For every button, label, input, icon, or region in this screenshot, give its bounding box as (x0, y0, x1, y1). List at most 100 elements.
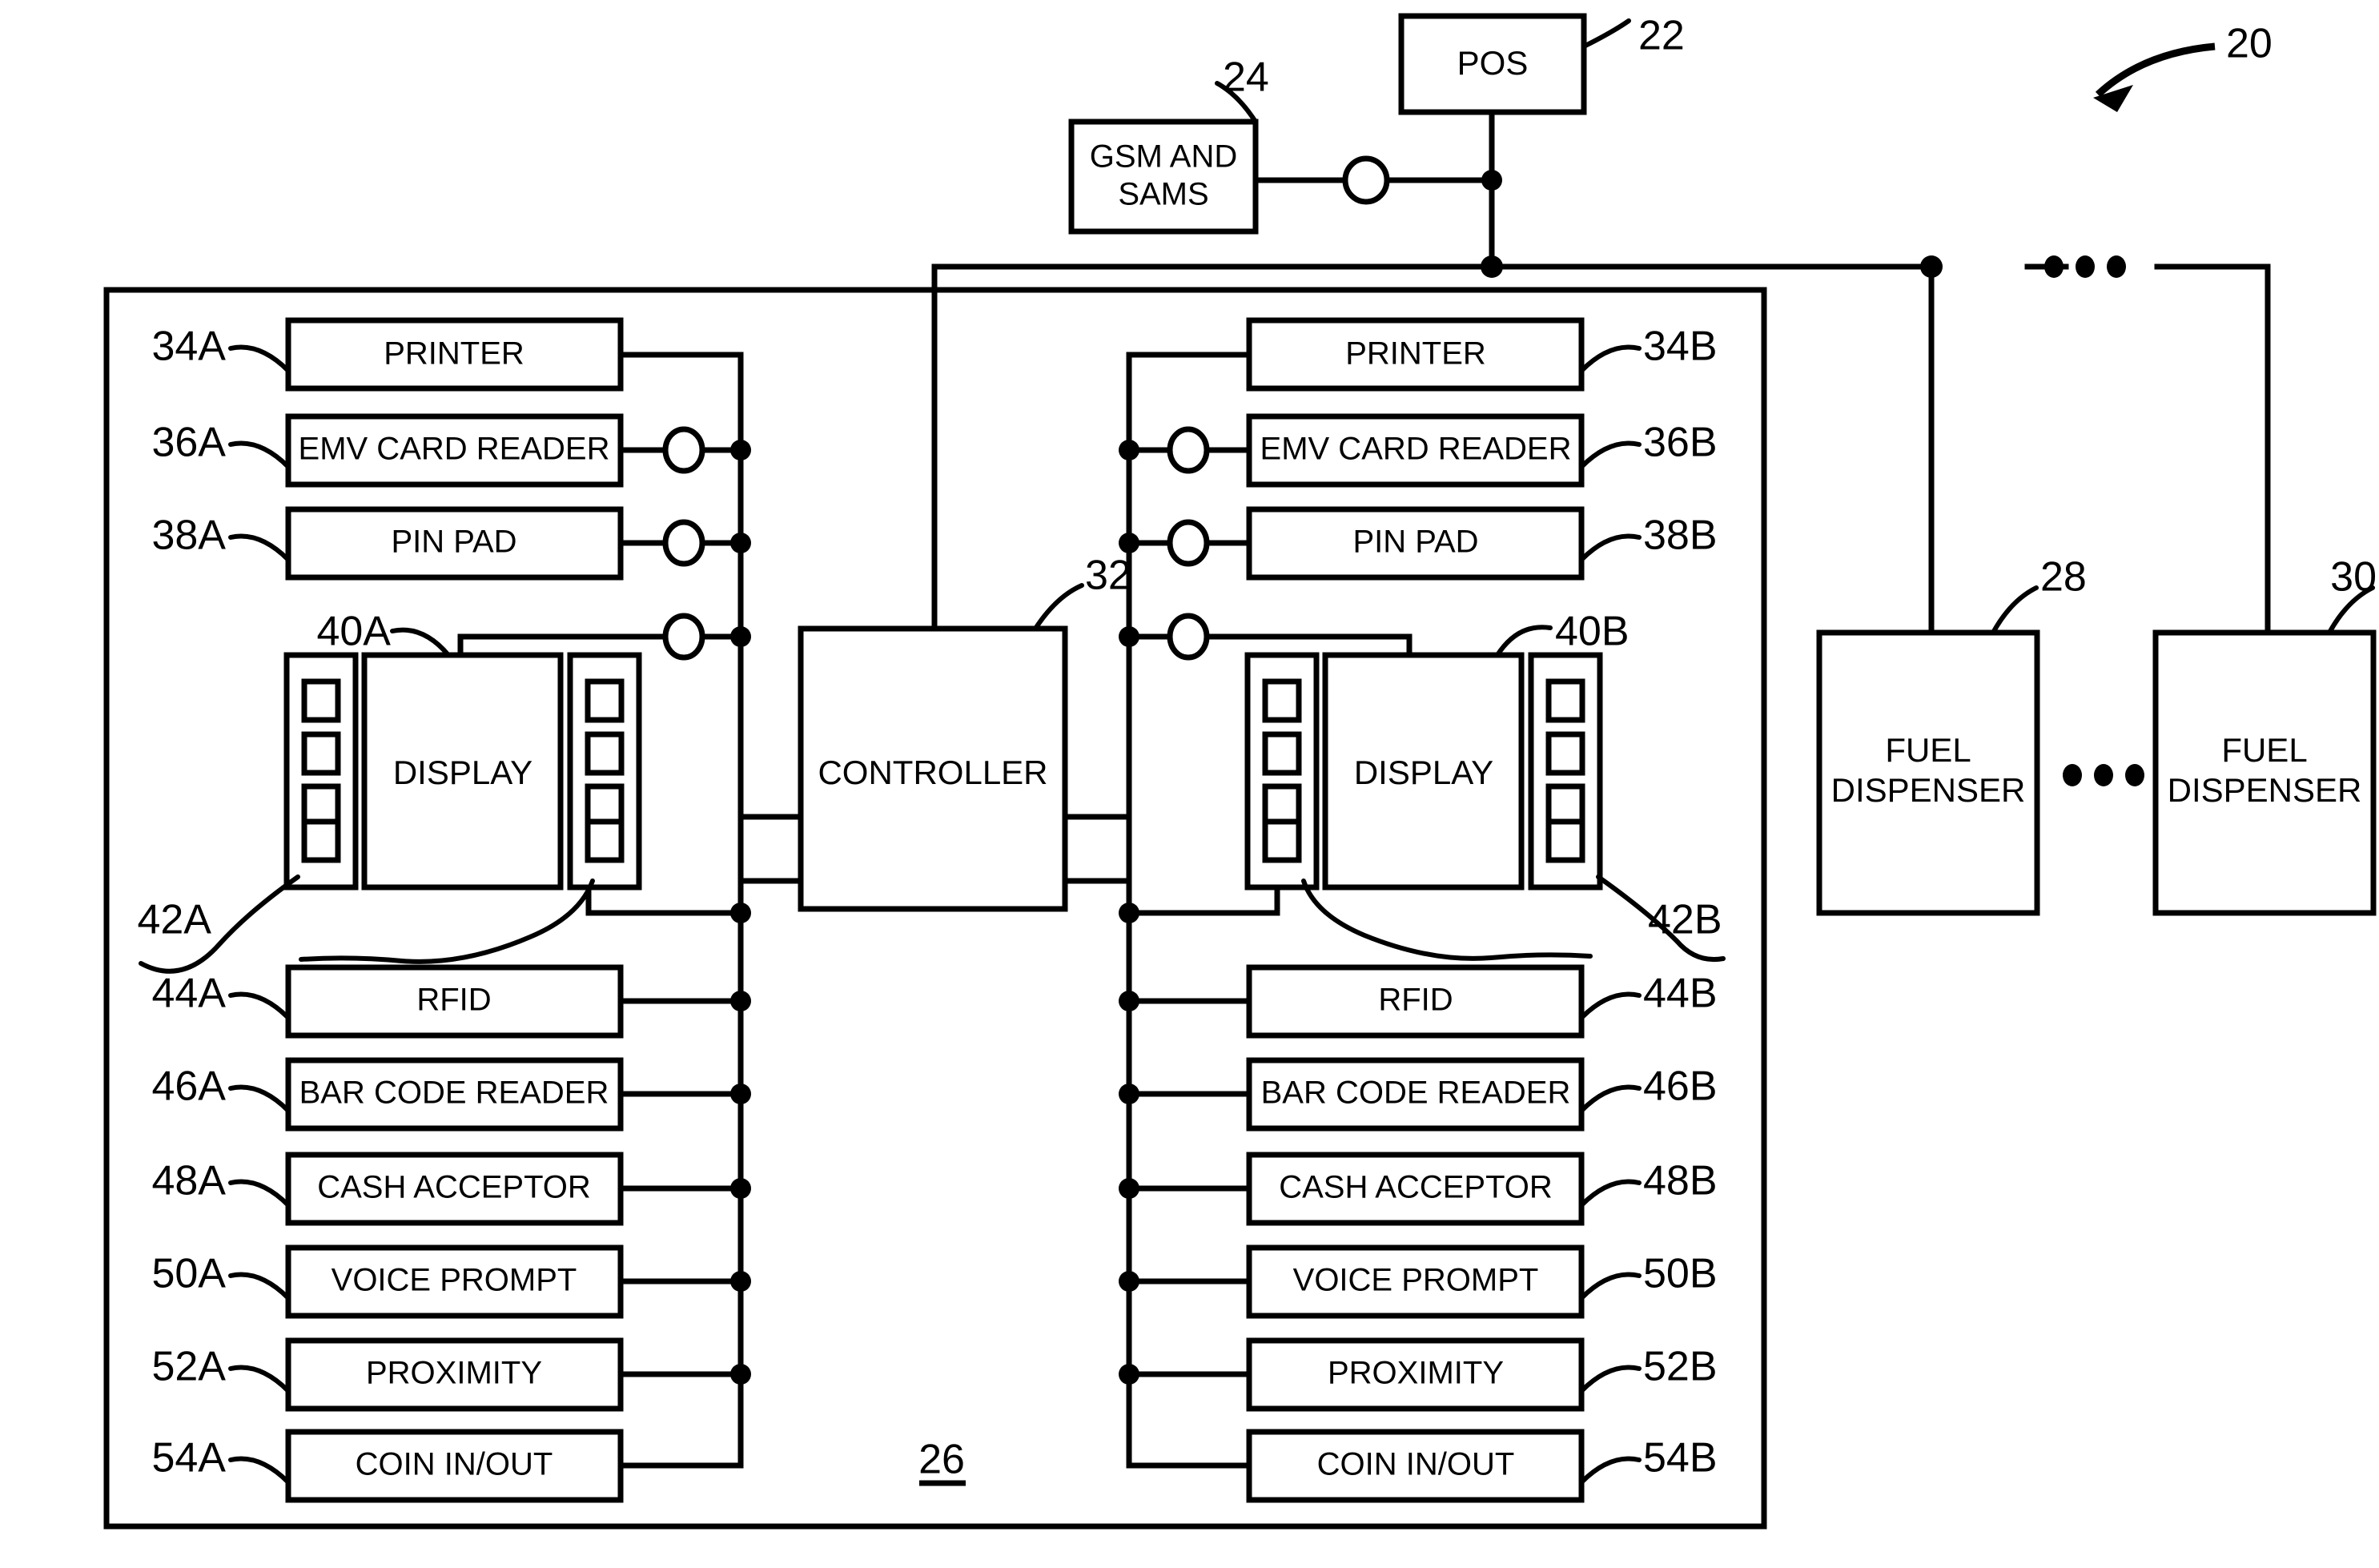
ref-50B: 50B (1643, 1251, 1718, 1297)
ellipsis-dot (2063, 764, 2082, 786)
label-emv-card-reader-b: EMV CARD READER (1260, 432, 1572, 467)
leader-48B (1579, 1179, 1642, 1208)
junction-dot-b-barcode (1119, 1084, 1139, 1104)
label-proximity-a: PROXIMITY (366, 1356, 542, 1391)
label-voice-prompt-a: VOICE PROMPT (332, 1263, 577, 1298)
interface-node-a-pinpad (662, 519, 705, 567)
gsm-sams-label-line2: SAMS (1118, 177, 1208, 212)
label-bar-code-reader-a: BAR CODE READER (299, 1075, 609, 1111)
ref-38B: 38B (1643, 513, 1718, 559)
leader-50B (1579, 1272, 1642, 1301)
junction-dot-b-voice (1119, 1271, 1139, 1292)
display-assembly-b: DISPLAY (1244, 652, 1603, 891)
label-cash-acceptor-b: CASH ACCEPTOR (1279, 1170, 1553, 1205)
label-emv-card-reader-a: EMV CARD READER (299, 432, 610, 467)
controller-label: CONTROLLER (818, 754, 1047, 791)
block-diagram: POS GSM AND SAMS CONTROLLER FUEL DISPENS… (103, 13, 2377, 1530)
ellipsis-dot (2044, 255, 2064, 278)
system-arrow-curve (2095, 42, 2216, 98)
leader-46B (1579, 1084, 1642, 1113)
leader-28 (1991, 585, 2039, 635)
label-coin-in-out-b: COIN IN/OUT (1317, 1447, 1515, 1482)
leader-32 (1033, 583, 1084, 631)
fuel-dispenser-28-line1: FUEL (1885, 731, 1971, 769)
ellipsis-dot (2125, 764, 2144, 786)
display-assembly-a: DISPLAY (283, 652, 642, 891)
bus-ellipsis (2044, 255, 2126, 278)
leader-36A (228, 440, 291, 469)
softkey-button[interactable] (301, 818, 341, 863)
leader-22 (1581, 18, 1631, 49)
label-cash-acceptor-a: CASH ACCEPTOR (317, 1170, 591, 1205)
leader-44A (228, 991, 291, 1020)
gsm-sams-label-line1: GSM AND (1090, 139, 1237, 175)
softkey-button[interactable] (1262, 731, 1302, 776)
display-a-label: DISPLAY (393, 754, 532, 791)
ref-24: 24 (1223, 54, 1269, 101)
softkey-button[interactable] (585, 678, 625, 723)
softkey-button[interactable] (1545, 818, 1585, 863)
junction-dot-a-display (730, 626, 751, 647)
leader-50A (228, 1272, 291, 1301)
ref-22: 22 (1638, 13, 1685, 59)
interface-nodes (662, 155, 1390, 661)
side-b-peripherals: PRINTER EMV CARD READER PIN PAD RFID BAR… (1246, 317, 1585, 1503)
ellipsis-dot (2094, 764, 2113, 786)
leader-38A (228, 533, 291, 562)
ref-28: 28 (2040, 554, 2087, 601)
ref-34B: 34B (1643, 324, 1718, 370)
ref-38A: 38A (151, 513, 226, 559)
junction-dot-a-cash (730, 1178, 751, 1199)
ref-36A: 36A (151, 420, 226, 466)
softkey-button[interactable] (1262, 678, 1302, 723)
interface-node-b-pinpad (1167, 519, 1210, 567)
ref-42B: 42B (1648, 897, 1722, 943)
ref-34A: 34A (151, 324, 226, 370)
ref-46B: 46B (1643, 1063, 1718, 1110)
interface-node-a-emv (662, 426, 705, 474)
junction-dot-a-proximity (730, 1364, 751, 1385)
junction-dot-a-pinpad (730, 533, 751, 553)
ref-36B: 36B (1643, 420, 1718, 466)
ref-52A: 52A (151, 1344, 226, 1390)
softkey-button[interactable] (1545, 678, 1585, 723)
system-arrow-group (2093, 42, 2216, 112)
leader-46A (228, 1084, 291, 1113)
leader-38B (1579, 533, 1642, 562)
leader-48A (228, 1179, 291, 1208)
junction-dot-b-rfid (1119, 991, 1139, 1011)
fuel-dispenser-30-line2: DISPENSER (2168, 771, 2362, 809)
label-rfid-a: RFID (416, 983, 491, 1018)
junction-dot-a-softkeys (730, 903, 751, 923)
softkey-button[interactable] (301, 678, 341, 723)
ref-44B: 44B (1643, 971, 1718, 1017)
junction-dot-a-emv (730, 440, 751, 460)
junction-dot-b-softkeys (1119, 903, 1139, 923)
ref-44A: 44A (151, 971, 226, 1017)
leader-44B (1579, 991, 1642, 1020)
ref-32: 32 (1085, 553, 1131, 599)
ref-46A: 46A (151, 1063, 226, 1110)
junction-dot-dispenser-28 (1920, 255, 1943, 278)
ellipsis-dot (2076, 255, 2095, 278)
softkey-button[interactable] (1545, 731, 1585, 776)
interface-node-b-emv (1167, 426, 1210, 474)
ref-30: 30 (2330, 554, 2377, 601)
label-voice-prompt-b: VOICE PROMPT (1293, 1263, 1539, 1298)
junction-dot-a-barcode (730, 1084, 751, 1104)
softkey-button[interactable] (585, 818, 625, 863)
ref-20: 20 (2226, 21, 2273, 67)
leader-34A (228, 344, 291, 373)
interface-node-a-display (662, 613, 705, 661)
label-coin-in-out-a: COIN IN/OUT (356, 1447, 553, 1482)
softkey-button[interactable] (585, 731, 625, 776)
junction-dot-b-proximity (1119, 1364, 1139, 1385)
ellipsis-dot (2107, 255, 2126, 278)
pos-label: POS (1457, 44, 1529, 82)
softkey-button[interactable] (301, 731, 341, 776)
ref-40B: 40B (1555, 609, 1630, 655)
softkey-button[interactable] (1262, 818, 1302, 863)
label-pin-pad-a: PIN PAD (391, 525, 516, 560)
label-proximity-b: PROXIMITY (1328, 1356, 1504, 1391)
junction-dot-b-cash (1119, 1178, 1139, 1199)
